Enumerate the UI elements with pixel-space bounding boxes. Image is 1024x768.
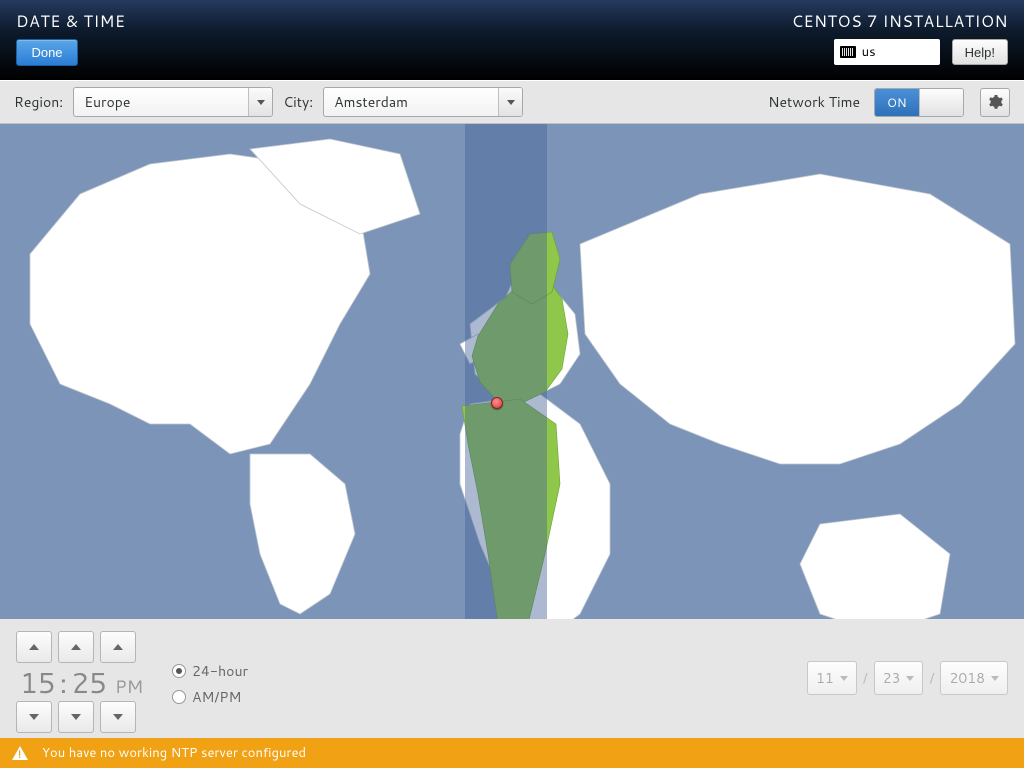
done-button[interactable]: Done [16,39,78,66]
hours-down-button[interactable] [16,701,52,733]
chevron-down-icon [257,100,265,105]
switch-knob [919,89,964,116]
date-separator: / [929,668,934,688]
chevron-up-icon [71,644,81,650]
region-dropdown-button[interactable] [248,88,272,116]
gear-icon [987,94,1003,110]
header-right: CENTOS 7 INSTALLATION us Help! [792,10,1008,72]
page-title: DATE & TIME [16,10,125,33]
ampm-value: PM [115,673,143,699]
ampm-down-button[interactable] [100,701,136,733]
header-controls: us Help! [834,39,1008,65]
format-ampm-label: AM/PM [192,687,241,707]
minutes-down-button[interactable] [58,701,94,733]
chevron-down-icon [29,714,39,720]
time-display: 15 : 25 PM [20,663,143,703]
region-value: Europe [74,92,248,112]
timezone-map[interactable] [0,124,1024,619]
warning-message: You have no working NTP server configure… [42,744,306,762]
year-combo[interactable]: 2018 [940,661,1008,695]
day-value: 23 [883,668,901,688]
keyboard-icon [840,46,856,58]
region-label: Region: [14,92,63,112]
year-value: 2018 [949,668,985,688]
header-left: DATE & TIME Done [16,10,125,72]
chevron-down-icon [991,676,999,681]
network-time-label: Network Time [768,92,860,112]
filter-bar: Region: Europe City: Amsterdam Network T… [0,80,1024,124]
month-value: 11 [816,668,834,688]
hours-up-button[interactable] [16,631,52,663]
chevron-down-icon [840,676,848,681]
switch-on-label: ON [875,89,919,116]
city-dropdown-button[interactable] [498,88,522,116]
city-label: City: [283,92,313,112]
ntp-settings-button[interactable] [980,88,1010,117]
day-combo[interactable]: 23 [874,661,924,695]
install-title: CENTOS 7 INSTALLATION [792,10,1008,33]
city-value: Amsterdam [324,92,498,112]
month-combo[interactable]: 11 [807,661,857,695]
help-button[interactable]: Help! [952,39,1008,65]
chevron-down-icon [906,676,914,681]
time-separator: : [60,663,68,703]
header: DATE & TIME Done CENTOS 7 INSTALLATION u… [0,0,1024,80]
chevron-up-icon [113,644,123,650]
minutes-up-button[interactable] [58,631,94,663]
city-combo[interactable]: Amsterdam [323,87,523,117]
chevron-up-icon [29,644,39,650]
format-24hour-radio[interactable]: 24-hour [172,661,248,681]
chevron-down-icon [71,714,81,720]
keyboard-layout-label: us [862,43,876,61]
radio-icon [172,690,186,704]
date-group: 11 / 23 / 2018 [807,661,1008,695]
ampm-up-button[interactable] [100,631,136,663]
hours-value: 15 [20,663,56,703]
region-combo[interactable]: Europe [73,87,273,117]
chevron-down-icon [113,714,123,720]
date-separator: / [863,668,868,688]
warning-icon [12,746,28,760]
format-ampm-radio[interactable]: AM/PM [172,687,248,707]
network-time-switch[interactable]: ON [874,88,964,117]
time-format-group: 24-hour AM/PM [172,661,248,707]
keyboard-indicator[interactable]: us [834,39,940,65]
chevron-down-icon [507,100,515,105]
bottom-bar: 15 : 25 PM .bottombar { position: relati… [0,619,1024,738]
radio-icon [172,664,186,678]
minutes-value: 25 [71,663,107,703]
warning-bar: You have no working NTP server configure… [0,738,1024,768]
world-map-svg [0,124,1024,619]
format-24hour-label: 24-hour [192,661,248,681]
